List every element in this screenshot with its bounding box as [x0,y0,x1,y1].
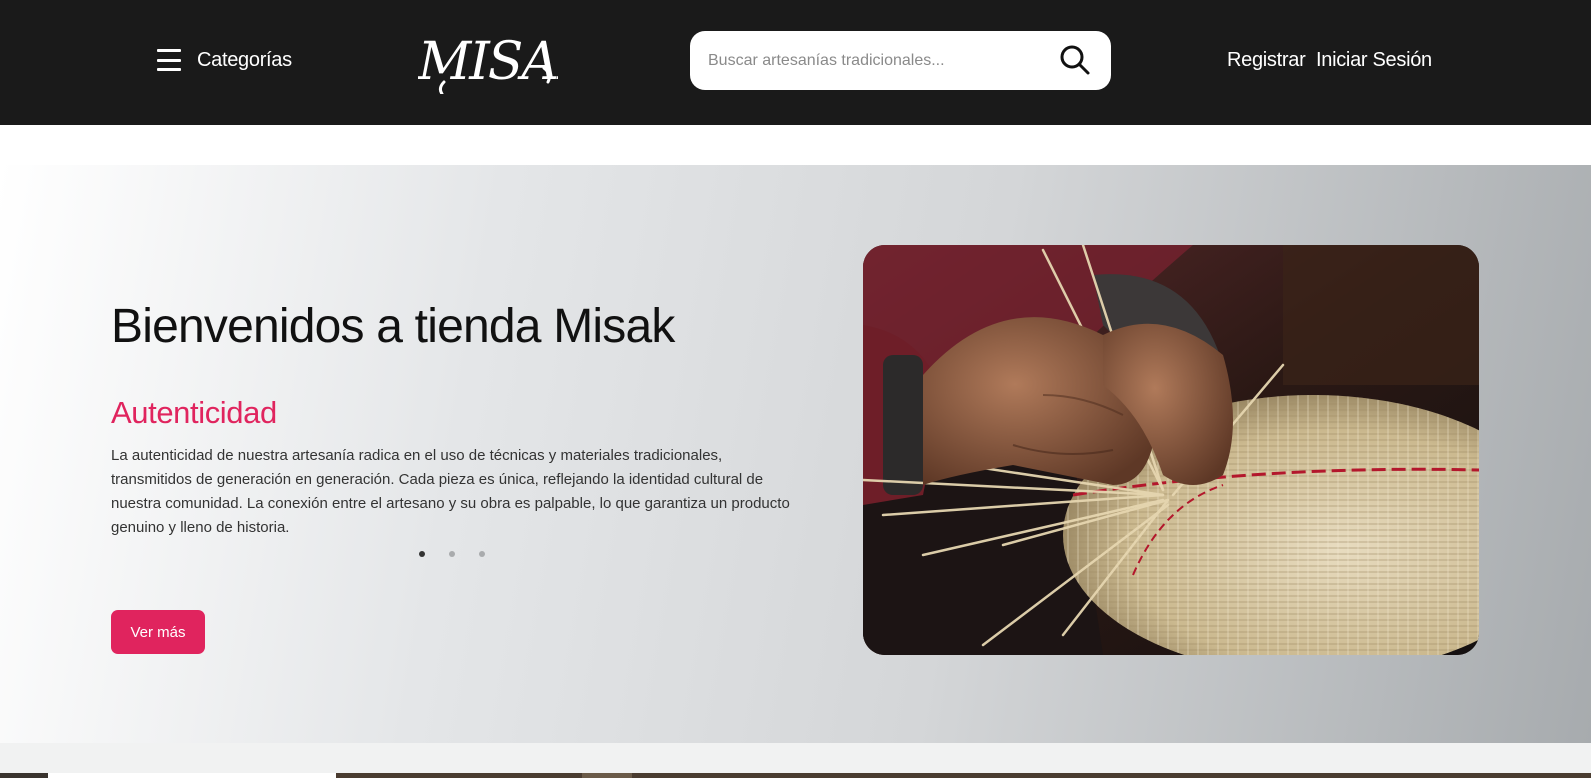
categories-label[interactable]: Categorías [197,49,292,72]
categories-menu-button[interactable]: Categorías [157,44,292,76]
slide-heading: Autenticidad [111,395,277,430]
top-navigation-bar: Categorías MISAK Registrar Iniciar Sesió… [0,0,1591,125]
carousel-dot-1[interactable] [419,551,425,557]
artisan-weaving-image [863,245,1479,655]
ver-mas-button[interactable]: Ver más [111,610,205,654]
carousel-dot-3[interactable] [479,551,485,557]
hero-title: Bienvenidos a tienda Misak [111,300,675,353]
slide-description: La autenticidad de nuestra artesanía rad… [111,447,790,536]
next-section-image-strip [582,773,632,778]
register-link[interactable]: Registrar [1227,44,1306,76]
next-section-card-strip [48,773,336,778]
next-section-image-strip [336,773,1591,778]
search-bar[interactable] [690,31,1111,90]
next-section-image-strip [0,773,48,778]
login-link[interactable]: Iniciar Sesión [1316,44,1432,76]
search-icon[interactable] [1059,44,1091,76]
hamburger-menu-icon[interactable] [157,49,181,71]
carousel-indicators [419,551,485,557]
logo-text: MISAK [418,32,558,92]
misak-logo[interactable]: MISAK [417,24,601,96]
carousel-dot-2[interactable] [449,551,455,557]
hero-carousel: Bienvenidos a tienda Misak Autenticidad … [0,165,1591,743]
search-input[interactable] [708,31,1038,90]
